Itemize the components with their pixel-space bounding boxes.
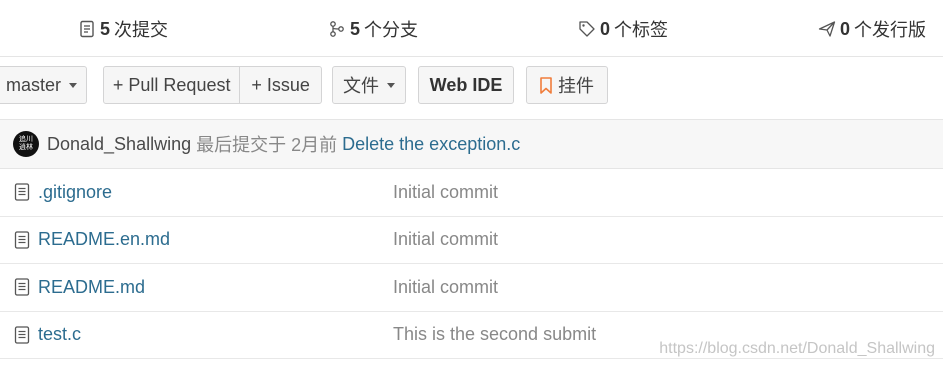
repo-stats-bar: 5 次提交 5 个分支 0 个标签 0 个发行版: [0, 0, 943, 57]
file-icon: [14, 325, 30, 344]
file-row: README.md Initial commit: [0, 264, 943, 312]
file-row: .gitignore Initial commit: [0, 169, 943, 217]
widget-button[interactable]: 挂件: [526, 66, 608, 104]
issue-label: + Issue: [251, 74, 310, 95]
pull-request-button[interactable]: + Pull Request: [104, 67, 239, 103]
branches-count: 5: [350, 18, 361, 39]
file-icon: [14, 230, 30, 249]
file-name-link[interactable]: README.en.md: [38, 229, 170, 250]
bookmark-icon: [540, 76, 552, 94]
chevron-down-icon: [69, 82, 77, 88]
repo-toolbar: master + Pull Request + Issue 文件 Web IDE…: [0, 57, 943, 119]
web-ide-button[interactable]: Web IDE: [418, 66, 514, 104]
commits-stat[interactable]: 5 次提交: [78, 17, 168, 41]
file-list: .gitignore Initial commit README.en.md I…: [0, 169, 943, 359]
file-commit-message[interactable]: Initial commit: [393, 182, 498, 203]
commits-count: 5: [100, 18, 111, 39]
file-icon: [14, 183, 30, 201]
chevron-down-icon: [387, 82, 395, 88]
commit-time: 最后提交于 2月前: [196, 135, 338, 155]
file-commit-message[interactable]: This is the second submit: [393, 324, 596, 345]
branches-label: 个分支: [364, 20, 419, 40]
tag-icon: [578, 20, 596, 38]
file-name-link[interactable]: .gitignore: [38, 182, 112, 203]
file-commit-message[interactable]: Initial commit: [393, 229, 498, 250]
avatar-text: 追川 逍林: [19, 136, 33, 151]
latest-commit-bar: 追川 逍林 Donald_Shallwing 最后提交于 2月前 Delete …: [0, 119, 943, 169]
releases-count: 0: [840, 18, 851, 39]
file-commit-message[interactable]: Initial commit: [393, 277, 498, 298]
widget-label: 挂件: [558, 76, 594, 96]
releases-stat[interactable]: 0 个发行版: [818, 17, 926, 41]
commit-author-link[interactable]: Donald_Shallwing: [47, 134, 191, 155]
pull-request-label: + Pull Request: [112, 74, 231, 95]
release-icon: [818, 20, 836, 38]
file-icon: [14, 278, 30, 296]
tags-stat[interactable]: 0 个标签: [578, 17, 668, 41]
pr-issue-group: + Pull Request + Issue: [103, 66, 322, 104]
issue-button[interactable]: + Issue: [239, 67, 321, 103]
commit-message-link[interactable]: Delete the exception.c: [342, 134, 520, 155]
tags-label: 个标签: [614, 20, 669, 40]
file-row: README.en.md Initial commit: [0, 217, 943, 264]
commit-icon: [78, 20, 96, 38]
files-dropdown-label: 文件: [343, 76, 379, 96]
file-name-link[interactable]: test.c: [38, 324, 81, 345]
releases-label: 个发行版: [854, 20, 927, 40]
watermark: https://blog.csdn.net/Donald_Shallwing: [659, 340, 935, 357]
file-name-link[interactable]: README.md: [38, 277, 145, 298]
branch-icon: [328, 20, 346, 38]
branch-select[interactable]: master: [0, 66, 87, 104]
files-dropdown[interactable]: 文件: [332, 66, 406, 104]
tags-count: 0: [600, 18, 611, 39]
web-ide-label: Web IDE: [429, 74, 503, 95]
commits-label: 次提交: [114, 20, 169, 40]
avatar[interactable]: 追川 逍林: [13, 131, 39, 157]
branches-stat[interactable]: 5 个分支: [328, 17, 418, 41]
branch-select-label: master: [5, 74, 61, 95]
